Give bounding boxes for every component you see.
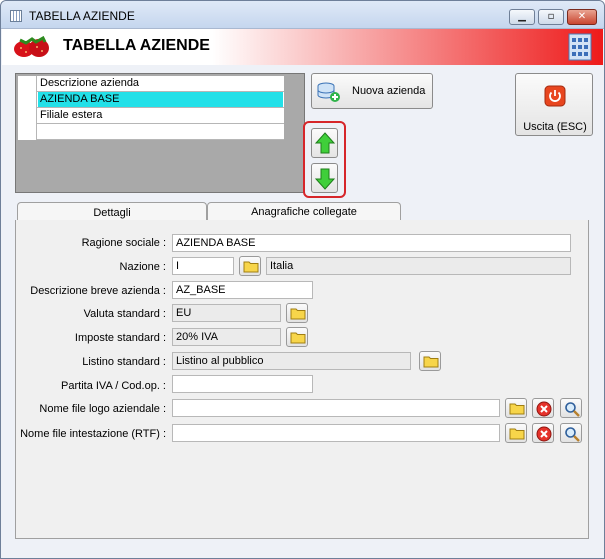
maximize-icon: ▫ (547, 11, 555, 22)
label-ragione-sociale: Ragione sociale : (81, 237, 166, 249)
maximize-button[interactable]: ▫ (538, 9, 564, 25)
table-row[interactable]: Filiale estera (18, 108, 284, 124)
window-title: TABELLA AZIENDE (29, 9, 135, 23)
move-down-button[interactable] (311, 163, 338, 193)
intestazione-preview-button[interactable] (560, 423, 582, 443)
valuta-input[interactable]: EU (172, 304, 281, 322)
exit-button[interactable]: Uscita (ESC) (515, 73, 593, 136)
folder-icon (423, 356, 439, 368)
company-grid[interactable]: Descrizione azienda AZIENDA BASE Filiale… (15, 73, 305, 193)
logo-preview-button[interactable] (560, 398, 582, 418)
minimize-button[interactable]: ▁ (509, 9, 535, 25)
minimize-icon: ▁ (518, 11, 526, 22)
logo-input[interactable] (172, 399, 500, 417)
imposte-input[interactable]: 20% IVA (172, 328, 281, 346)
descrizione-breve-input[interactable]: AZ_BASE (172, 281, 313, 299)
magnifier-icon (565, 427, 580, 442)
label-nazione: Nazione : (119, 261, 166, 273)
title-bar: TABELLA AZIENDE ▁ ▫ ✕ (1, 1, 604, 29)
folder-icon (243, 261, 259, 273)
new-company-button[interactable]: Nuova azienda (311, 73, 433, 109)
close-button[interactable]: ✕ (567, 9, 597, 25)
window: TABELLA AZIENDE ▁ ▫ ✕ TABELLA AZIENDE De… (0, 0, 605, 559)
page-title: TABELLA AZIENDE (63, 37, 210, 54)
folder-icon (509, 428, 525, 440)
folder-icon (290, 332, 306, 344)
label-valuta: Valuta standard : (83, 308, 166, 320)
move-up-button[interactable] (311, 128, 338, 158)
exit-label: Uscita (ESC) (523, 121, 587, 133)
intestazione-clear-button[interactable] (532, 423, 554, 443)
power-icon (544, 85, 566, 107)
logo-browse-button[interactable] (505, 398, 527, 418)
folder-icon (509, 403, 525, 415)
label-logo: Nome file logo aziendale : (39, 403, 166, 415)
valuta-browse-button[interactable] (286, 303, 308, 323)
tab-dettagli[interactable]: Dettagli (17, 202, 207, 221)
row-label: AZIENDA BASE (40, 93, 120, 105)
folder-icon (290, 308, 306, 320)
label-descrizione-breve: Descrizione breve azienda : (30, 285, 166, 297)
listino-input[interactable]: Listino al pubblico (172, 352, 411, 370)
nazione-browse-button[interactable] (239, 256, 261, 276)
label-intestazione: Nome file intestazione (RTF) : (20, 428, 166, 440)
partita-iva-input[interactable] (172, 375, 313, 393)
strawberry-icon (14, 36, 49, 57)
label-imposte: Imposte standard : (74, 332, 166, 344)
new-company-label: Nuova azienda (352, 85, 426, 97)
grid-column-header[interactable]: Descrizione azienda (40, 77, 139, 89)
magnifier-icon (565, 402, 580, 417)
nazione-description: Italia (266, 257, 571, 275)
listino-browse-button[interactable] (419, 351, 441, 371)
delete-icon (536, 401, 552, 417)
logo-clear-button[interactable] (532, 398, 554, 418)
tab-label: Anagrafiche collegate (251, 206, 357, 218)
intestazione-input[interactable] (172, 424, 500, 442)
tab-anagrafiche-collegate[interactable]: Anagrafiche collegate (207, 202, 401, 221)
building-icon (568, 33, 592, 61)
delete-icon (536, 426, 552, 442)
ragione-sociale-input[interactable]: AZIENDA BASE (172, 234, 571, 252)
label-listino: Listino standard : (82, 356, 166, 368)
tab-label: Dettagli (93, 207, 131, 219)
arrow-down-icon (315, 168, 335, 190)
table-row-empty[interactable] (18, 124, 284, 140)
intestazione-browse-button[interactable] (505, 423, 527, 443)
row-label: Filiale estera (40, 109, 103, 121)
label-partita-iva: Partita IVA / Cod.op. : (61, 380, 166, 392)
imposte-browse-button[interactable] (286, 327, 308, 347)
arrow-up-icon (315, 132, 335, 154)
close-icon: ✕ (577, 11, 587, 22)
table-row[interactable]: AZIENDA BASE (18, 92, 284, 108)
new-record-icon (317, 82, 340, 102)
grid-header-row: Descrizione azienda (18, 76, 284, 92)
app-icon (10, 10, 22, 22)
nazione-code-input[interactable]: I (172, 257, 234, 275)
